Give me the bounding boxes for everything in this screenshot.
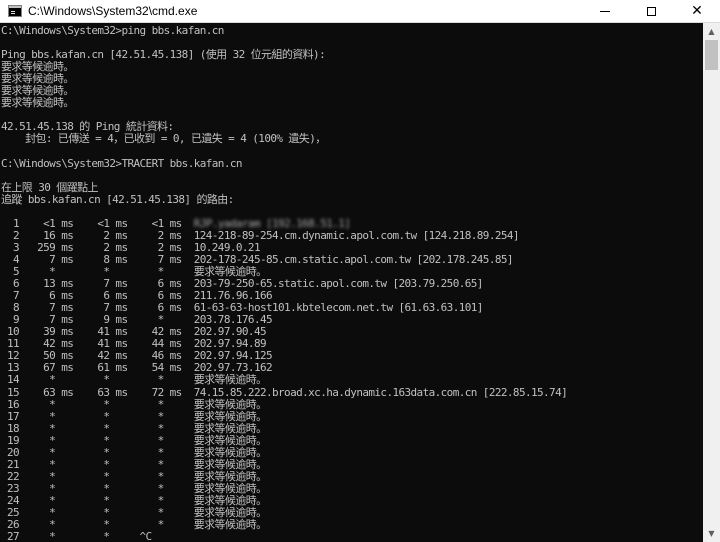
console-line: 21 * * * 要求等候逾時。 — [1, 457, 267, 471]
minimize-button[interactable] — [582, 0, 628, 22]
console-line: 要求等候逾時。 — [1, 96, 74, 110]
console-line: C:\Windows\System32>ping bbs.kafan.cn — [1, 24, 224, 37]
title-bar[interactable]: C:\Windows\System32\cmd.exe ✕ — [0, 0, 720, 23]
maximize-button[interactable] — [628, 0, 674, 22]
scroll-up-button[interactable]: ▲ — [703, 23, 720, 40]
console-line: 19 * * * 要求等候逾時。 — [1, 433, 267, 447]
console-line: 追蹤 bbs.kafan.cn [42.51.45.138] 的路由: — [1, 192, 234, 206]
vertical-scrollbar[interactable]: ▲ ▼ — [703, 23, 720, 542]
scroll-up-icon: ▲ — [708, 27, 715, 36]
console-line: 20 * * * 要求等候逾時。 — [1, 445, 267, 459]
close-button[interactable]: ✕ — [674, 0, 720, 22]
cmd-window: C:\Windows\System32\cmd.exe ✕ C:\Windows… — [0, 0, 720, 542]
cmd-icon[interactable] — [8, 5, 22, 17]
scroll-down-icon: ▼ — [708, 529, 715, 538]
minimize-icon — [600, 10, 610, 12]
scroll-down-button[interactable]: ▼ — [703, 525, 720, 542]
console-output[interactable]: C:\Windows\System32>ping bbs.kafan.cn Pin… — [0, 23, 703, 542]
console-line: 1 <1 ms <1 ms <1 ms RJP.yadaram [192.168… — [1, 216, 351, 230]
console-line: 17 * * * 要求等候逾時。 — [1, 409, 267, 423]
console-line: 16 * * * 要求等候逾時。 — [1, 397, 267, 411]
console-line: 15 63 ms 63 ms 72 ms 74.15.85.222.broad.… — [1, 385, 568, 399]
console-line: 在上限 30 個躍點上 — [1, 180, 98, 194]
window-title: C:\Windows\System32\cmd.exe — [28, 4, 198, 18]
console-line: C:\Windows\System32>TRACERT bbs.kafan.cn — [1, 156, 243, 170]
console-line: 14 * * * 要求等候逾時。 — [1, 373, 267, 387]
redacted-hop-address: RJP.yadaram [192.168.51.1] — [193, 216, 351, 230]
console-line: 封包: 已傳送 = 4，已收到 = 0, 已遺失 = 4 (100% 遺失)， — [1, 132, 326, 146]
maximize-icon — [646, 6, 656, 16]
scrollbar-thumb[interactable] — [705, 40, 718, 70]
console-line: 27 * * ^C — [1, 530, 152, 542]
console-line: 18 * * * 要求等候逾時。 — [1, 421, 267, 435]
close-icon: ✕ — [691, 3, 703, 19]
